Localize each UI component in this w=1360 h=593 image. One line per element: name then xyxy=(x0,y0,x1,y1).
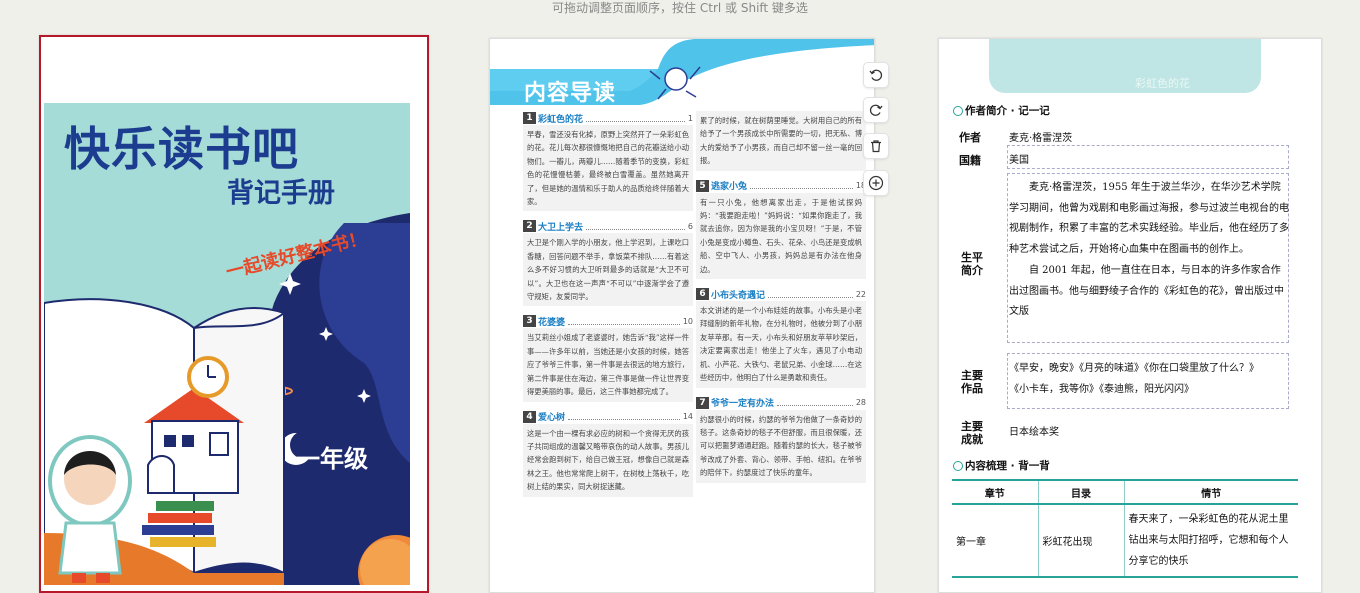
toc-item-title: 爱心树 xyxy=(538,413,566,423)
toc-title: 内容导读 xyxy=(524,81,617,106)
toc-number: 6 xyxy=(696,288,709,301)
toc-page: 28 xyxy=(855,398,866,407)
delete-page-button[interactable] xyxy=(863,133,889,159)
author-label: 作者 xyxy=(959,131,981,144)
toc-item-title: 花婆婆 xyxy=(538,317,566,328)
toc-summary: 约瑟很小的时候，约瑟的爷爷为他做了一条奇妙的毯子。这条奇妙的毯子不但舒服，而且很… xyxy=(696,409,866,483)
page-thumbnail-2[interactable]: 内容导读 1 彩虹色的花 1 早春，雪还没有化掉，原野上突然开了一朵彩虹色的花。花儿… xyxy=(489,38,875,593)
toc-number: 1 xyxy=(523,112,536,124)
toc-item[interactable]: 5 逃家小兔 18 有一只小兔，他想离家出走，于是他试探妈妈：“我要跑走啦！”妈妈说… xyxy=(696,179,866,280)
toc-item-title: 逃家小兔 xyxy=(711,182,748,193)
toc-number: 2 xyxy=(523,220,536,233)
toc-banner: 内容导读 xyxy=(490,39,874,106)
cover-title: 快乐读书吧 xyxy=(64,122,299,176)
toc-summary: 累了的时候，就在树荫里睡觉。大树用自己的所有给予了一个男孩成长中所需要的一切，把… xyxy=(696,111,866,171)
section-icon xyxy=(953,105,963,116)
toc-item-title: 大卫上学去 xyxy=(538,222,584,233)
honor-label: 主要成就 xyxy=(961,420,983,446)
toc-summary: 早春，雪还没有化掉，原野上突然开了一朵彩虹色的花。花儿每次都很慷慨地把自己的花瓣… xyxy=(523,125,693,212)
table-cell: 春天来了，一朵彩虹色的花从泥土里钻出来与太阳打招呼，它想和每个人分享它的快乐 xyxy=(1123,504,1298,578)
toc-number: 7 xyxy=(696,396,709,409)
toc-item[interactable]: 6 小布头奇遇记 22 本文讲述的是一个小布娃娃的故事。小布头是小老拜缝制的新年礼物… xyxy=(696,287,866,388)
toc-page: 14 xyxy=(682,412,693,421)
rotate-right-button[interactable] xyxy=(863,97,889,123)
trash-icon xyxy=(871,140,881,153)
toc-page: 1 xyxy=(687,113,693,123)
works-label: 主要作品 xyxy=(961,369,983,395)
toc-item[interactable]: 7 爷爷一定有办法 28 约瑟很小的时候，约瑟的爷爷为他做了一条奇妙的毯子。这条奇妙… xyxy=(696,396,866,483)
toc-number: 3 xyxy=(523,315,536,328)
sheet-header: 彩虹色的花 xyxy=(989,39,1261,93)
page-thumbnail-1[interactable]: 快乐读书吧 背记手册 一起读好整本书！ 一年级 xyxy=(39,35,429,593)
content-table: 章节 目录 情节 第一章 彩虹花出现 春天来了，一朵彩虹色的花从泥土里钻出来与太… xyxy=(952,479,1298,578)
table-header: 章节 xyxy=(952,479,1038,505)
table-header: 情节 xyxy=(1123,479,1298,505)
toc-item-title: 彩虹色的花 xyxy=(538,114,584,125)
cover-subtitle: 背记手册 xyxy=(227,178,335,209)
plus-circle-icon xyxy=(868,175,884,191)
toc-summary: 本文讲述的是一个小布娃娃的故事。小布头是小老拜缝制的新年礼物，在分礼物时，他被分… xyxy=(696,301,866,388)
toc-page: 10 xyxy=(682,316,693,326)
author-value: 麦克·格雷涅茨 xyxy=(1009,133,1073,144)
table-cell: 彩虹花出现 xyxy=(1037,504,1124,578)
toc-summary: 有一只小兔，他想离家出走，于是他试探妈妈：“我要跑走啦！”妈妈说：“如果你跑走了… xyxy=(696,192,866,280)
toc-item-title: 小布头奇遇记 xyxy=(711,290,766,301)
country-value: 美国 xyxy=(1009,155,1029,166)
toc-item-title: 爷爷一定有办法 xyxy=(711,399,775,409)
toc-page: 22 xyxy=(855,289,866,299)
section-icon xyxy=(953,460,963,471)
toc-item[interactable]: 2 大卫上学去 6 大卫是个刚入学的小朋友，他上学迟到，上课吃口香糖，回答问题不举手… xyxy=(523,219,693,307)
toc-item[interactable]: 1 彩虹色的花 1 早春，雪还没有化掉，原野上突然开了一朵彩虹色的花。花儿每次都很慷… xyxy=(523,111,693,212)
table-row: 第一章 彩虹花出现 春天来了，一朵彩虹色的花从泥土里钻出来与太阳打招呼，它想和每… xyxy=(952,504,1298,578)
works-text: 《早安，晚安》《月亮的味道》《你在口袋里放了什么？》 《小卡车，我等你》《泰迪熊… xyxy=(1009,363,1259,395)
page-thumbnail-3[interactable]: 彩虹色的花 作者简介 · 记一记 作者 麦克·格雷涅茨 国籍 美国 生平简介 麦… xyxy=(938,38,1322,593)
table-cell: 第一章 xyxy=(952,504,1038,578)
bio-label: 生平简介 xyxy=(961,251,983,277)
toc-column-left: 1 彩虹色的花 1 早春，雪还没有化掉，原野上突然开了一朵彩虹色的花。花儿每次都很慷… xyxy=(523,111,693,505)
toc-column-right: 累了的时候，就在树荫里睡觉。大树用自己的所有给予了一个男孩成长中所需要的一切，把… xyxy=(696,111,866,491)
bio-text: 麦克·格雷涅茨，1955 年生于波兰华沙，在华沙艺术学院学习期间，他曾为戏剧和电… xyxy=(1009,182,1289,318)
cover-grade: 一年级 xyxy=(296,445,368,473)
toc-summary: 这是一个由一棵有求必应的树和一个贪得无厌的孩子共同组成的温馨又略带哀伤的动人故事… xyxy=(523,423,693,497)
rotate-left-icon xyxy=(869,69,883,81)
toc-summary: 大卫是个刚入学的小朋友，他上学迟到，上课吃口香糖，回答问题不举手，拿饭菜不排队…… xyxy=(523,233,693,307)
rotate-right-icon xyxy=(869,104,883,116)
section-author-title: 作者简介 · 记一记 xyxy=(953,103,1050,118)
toc-item[interactable]: 4 爱心树 14 这是一个由一棵有求必应的树和一个贪得无厌的孩子共同组成的温馨又略带… xyxy=(523,410,693,497)
toc-number: 4 xyxy=(523,410,536,423)
country-box xyxy=(1007,145,1289,169)
rotate-left-button[interactable] xyxy=(863,62,889,88)
table-header: 目录 xyxy=(1037,479,1124,505)
toc-item[interactable]: 3 花婆婆 10 当艾莉丝小姐成了老婆婆时，她告诉“我”这样一件事——许多年以前，当… xyxy=(523,314,693,402)
honor-value: 日本绘本奖 xyxy=(1009,427,1059,438)
sheet-header-title: 彩虹色的花 xyxy=(1135,77,1190,90)
drag-hint: 可拖动调整页面顺序，按住 Ctrl 或 Shift 键多选 xyxy=(552,1,808,15)
toc-number: 5 xyxy=(696,179,709,192)
toc-summary: 当艾莉丝小姐成了老婆婆时，她告诉“我”这样一件事——许多年以前，当她还是小女孩的… xyxy=(523,328,693,402)
toc-page: 6 xyxy=(687,221,693,231)
cover-image: 快乐读书吧 背记手册 一起读好整本书！ 一年级 xyxy=(44,103,410,585)
country-label: 国籍 xyxy=(959,154,981,167)
add-page-button[interactable] xyxy=(863,170,889,196)
section-content-title: 内容梳理 · 背一背 xyxy=(953,458,1050,473)
toc-item-continued: 累了的时候，就在树荫里睡觉。大树用自己的所有给予了一个男孩成长中所需要的一切，把… xyxy=(696,111,866,171)
